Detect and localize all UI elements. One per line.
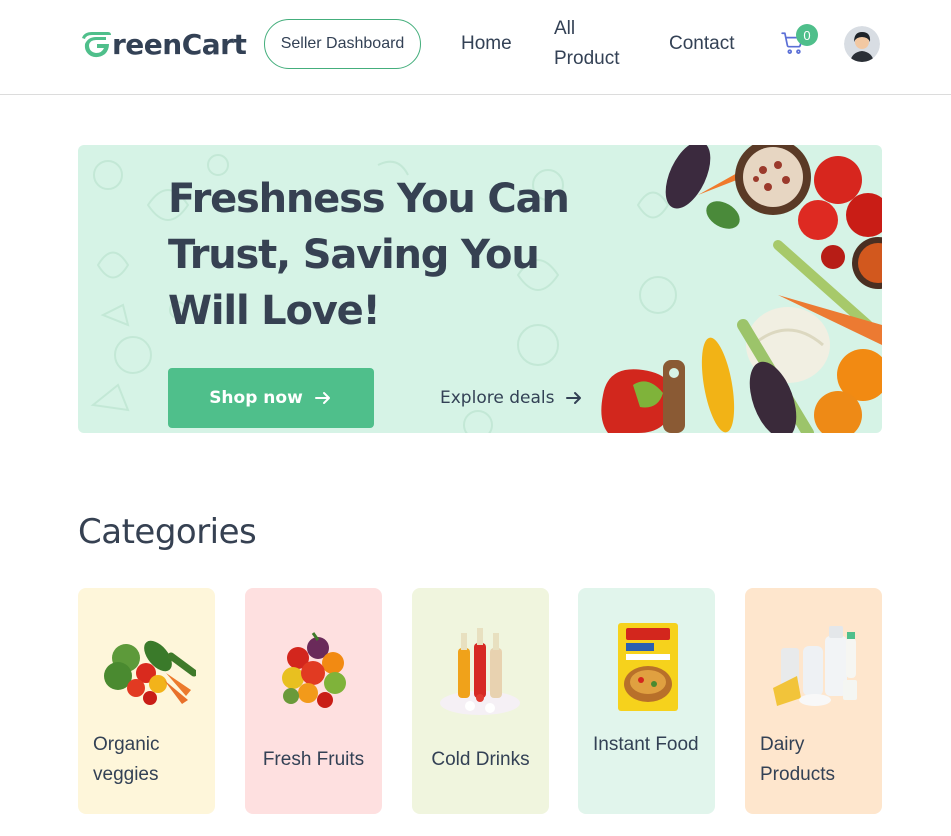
category-label: Cold Drinks [431,749,530,770]
category-card-instant-food[interactable]: Instant Food [578,588,715,814]
cold-drinks-image [440,628,520,715]
shop-now-label: Shop now [209,388,303,408]
explore-deals-link[interactable]: Explore deals [440,383,584,413]
category-card-dairy-products[interactable]: Dairy Products [745,588,882,814]
logo-text: reenCart [112,27,247,61]
categories-heading: Categories [78,512,257,552]
category-label: Organic veggies [93,734,160,785]
logo[interactable]: reenCart [78,26,247,62]
explore-deals-label: Explore deals [440,388,555,408]
navbar: reenCart Seller Dashboard Home All Produ… [0,0,951,95]
user-avatar-icon[interactable] [844,26,880,62]
seller-dashboard-button[interactable]: Seller Dashboard [264,19,421,69]
vegetables-illustration [601,145,882,433]
nav-link-home[interactable]: Home [461,29,512,59]
leaf-g-icon [82,32,111,58]
hero-title: Freshness You Can Trust, Saving You Will… [168,176,570,334]
instant-noodles-image [618,623,678,711]
shop-now-button[interactable]: Shop now [168,368,374,428]
category-card-cold-drinks[interactable]: Cold Drinks [412,588,549,814]
category-label: Dairy Products [760,734,835,785]
category-card-organic-veggies[interactable]: Organic veggies [78,588,215,814]
category-label: Instant Food [593,734,699,755]
cart-count-badge: 0 [796,24,818,46]
hero-banner: Freshness You Can Trust, Saving You Will… [78,145,882,433]
nav-link-contact[interactable]: Contact [669,29,734,59]
category-card-fresh-fruits[interactable]: Fresh Fruits [245,588,382,814]
arrow-right-icon [314,392,330,404]
nav-link-all-product[interactable]: All Product [554,14,634,74]
category-label: Fresh Fruits [262,749,365,770]
dairy-image [773,626,857,706]
fruits-image [282,632,346,708]
vegetables-image [104,640,196,705]
